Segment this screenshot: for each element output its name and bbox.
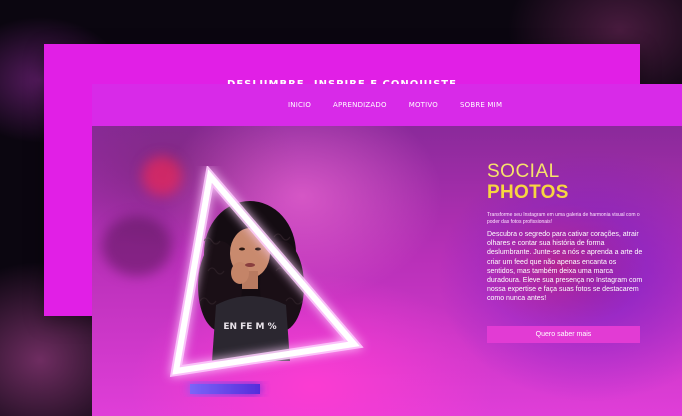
hero-copy: SOCIAL PHOTOS Transforme seu Instagram e… — [487, 162, 643, 304]
hero-tagline: Transforme seu Instagram em uma galeria … — [487, 212, 640, 225]
nav-item-motivo[interactable]: MOTIVO — [409, 101, 438, 109]
main-nav: INICIO APRENDIZADO MOTIVO SOBRE MIM — [288, 101, 524, 109]
nav-item-sobre-mim[interactable]: SOBRE MIM — [460, 101, 502, 109]
hero-body: Descubra o segredo para cativar corações… — [487, 231, 643, 303]
neon-triangle-frame — [154, 166, 394, 406]
hero-kicker: SOCIAL — [487, 161, 560, 182]
nav-item-aprendizado[interactable]: APRENDIZADO — [333, 101, 387, 109]
hero-section: EN FE M % SOCIAL PHOTOS Transforme seu I… — [92, 126, 682, 416]
navigation-bar: INICIO APRENDIZADO MOTIVO SOBRE MIM — [92, 84, 682, 126]
nav-item-inicio[interactable]: INICIO — [288, 101, 311, 109]
cta-button[interactable]: Quero saber mais — [487, 326, 640, 343]
hero-headline: PHOTOS — [487, 182, 569, 203]
page-stage: DESLUMBRE, INSPIRE E CONQUISTE INICIO AP… — [0, 0, 682, 416]
